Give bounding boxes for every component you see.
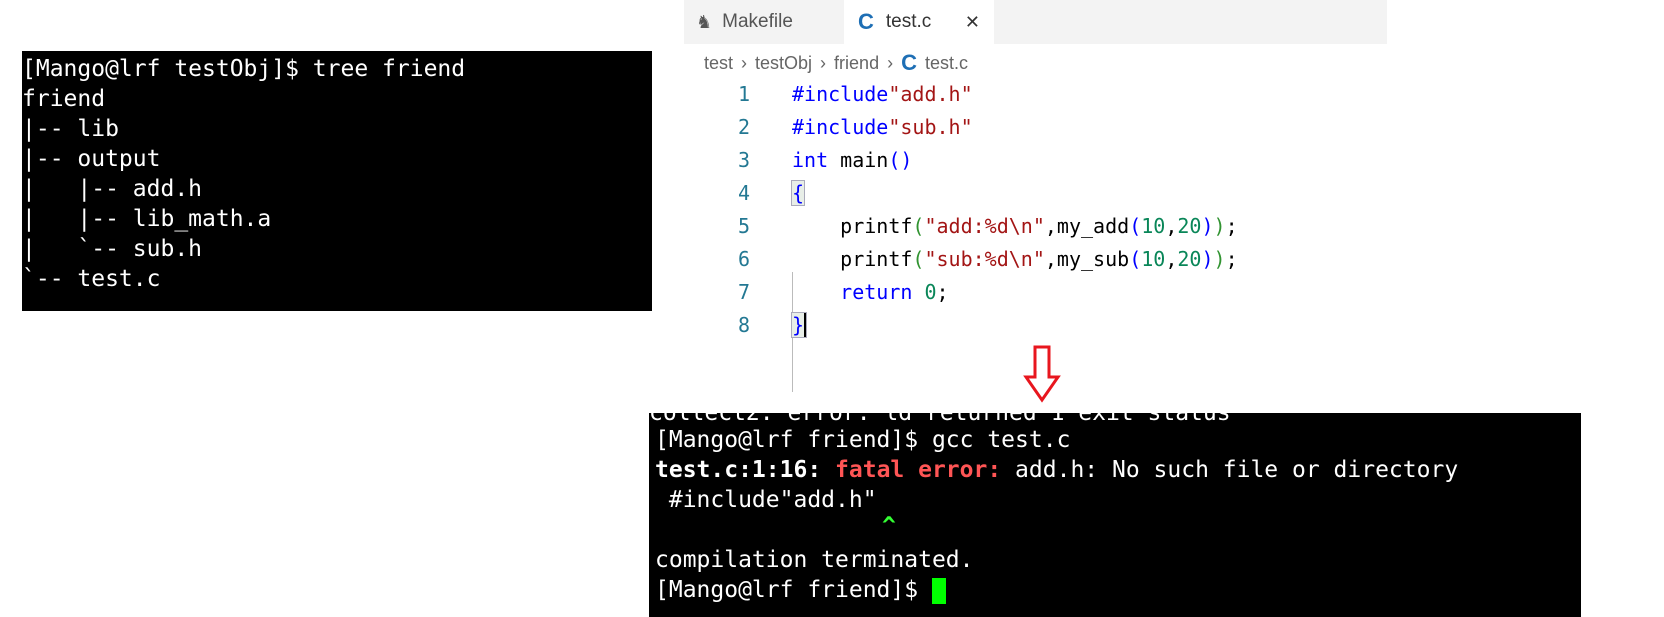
terminal-prompt: [Mango@lrf friend]$ <box>655 575 946 605</box>
terminal-line: | |-- add.h <box>22 176 203 202</box>
tab-label: test.c <box>885 11 932 32</box>
terminal-line: | |-- lib_math.a <box>22 206 272 232</box>
terminal-line: [Mango@lrf testObj]$ tree friend <box>22 56 466 82</box>
chevron-right-icon: › <box>820 52 827 73</box>
line-number: 1 <box>737 82 750 106</box>
terminal-line: friend <box>22 86 106 112</box>
terminal-gcc-output[interactable]: collect2: error: ld returned 1 exit stat… <box>649 413 1581 617</box>
line-number: 8 <box>737 313 750 337</box>
gnu-icon: ♞ <box>696 11 713 32</box>
c-language-icon: C <box>901 50 917 75</box>
chevron-right-icon: › <box>741 52 748 73</box>
code-line: #include"sub.h" <box>792 115 973 139</box>
line-number: 7 <box>737 280 750 304</box>
code-line: printf("add:%d\n",my_add(10,20)); <box>792 214 1238 238</box>
line-number: 3 <box>737 148 750 172</box>
breadcrumb-item[interactable]: testObj <box>755 53 812 74</box>
prompt-text: [Mango@lrf friend]$ <box>655 577 932 603</box>
terminal-line: [Mango@lrf friend]$ gcc test.c <box>655 427 1071 453</box>
line-number: 6 <box>737 247 750 271</box>
error-message: add.h: No such file or directory <box>1001 457 1459 483</box>
code-line: printf("sub:%d\n",my_sub(10,20)); <box>792 247 1238 271</box>
terminal-line: | `-- sub.h <box>22 236 203 262</box>
tab-makefile[interactable]: ♞ Makefile <box>684 0 844 44</box>
breadcrumb-item[interactable]: test <box>704 53 733 74</box>
terminal-error-line: test.c:1:16: fatal error: add.h: No such… <box>655 455 1458 485</box>
code-line: #include"add.h" <box>792 82 973 106</box>
terminal-line: compilation terminated. <box>655 547 974 573</box>
line-number: 5 <box>737 214 750 238</box>
breadcrumb-item[interactable]: test.c <box>925 53 968 74</box>
code-editor[interactable]: ♞ Makefile C test.c ✕ test › testObj › f… <box>684 0 1387 392</box>
breadcrumb: test › testObj › friend › C test.c <box>704 50 968 76</box>
close-icon[interactable]: ✕ <box>965 12 980 33</box>
error-location: test.c:1:16: <box>655 457 822 483</box>
terminal-line: #include"add.h" <box>655 487 877 513</box>
terminal-cursor <box>931 577 946 604</box>
line-number: 2 <box>737 115 750 139</box>
code-line: { <box>790 180 806 206</box>
red-down-arrow-icon <box>1023 345 1061 403</box>
c-language-icon: C <box>858 9 874 34</box>
error-caret: ^ <box>882 513 896 539</box>
terminal-line: |-- lib <box>22 116 119 142</box>
tab-test-c[interactable]: C test.c ✕ <box>844 0 994 44</box>
tab-label: Makefile <box>722 11 793 32</box>
terminal-line: `-- test.c <box>22 266 161 292</box>
terminal-line: |-- output <box>22 146 161 172</box>
error-label: fatal error: <box>835 457 1002 483</box>
code-line: int main() <box>792 148 913 172</box>
tab-bar: ♞ Makefile C test.c ✕ <box>684 0 1387 44</box>
line-number: 4 <box>737 181 750 205</box>
terminal-tree-output[interactable]: [Mango@lrf testObj]$ tree friend friend … <box>22 51 652 311</box>
chevron-right-icon: › <box>887 52 894 73</box>
code-line: } <box>790 312 808 338</box>
code-line: return 0; <box>840 280 949 304</box>
breadcrumb-item[interactable]: friend <box>834 53 879 74</box>
